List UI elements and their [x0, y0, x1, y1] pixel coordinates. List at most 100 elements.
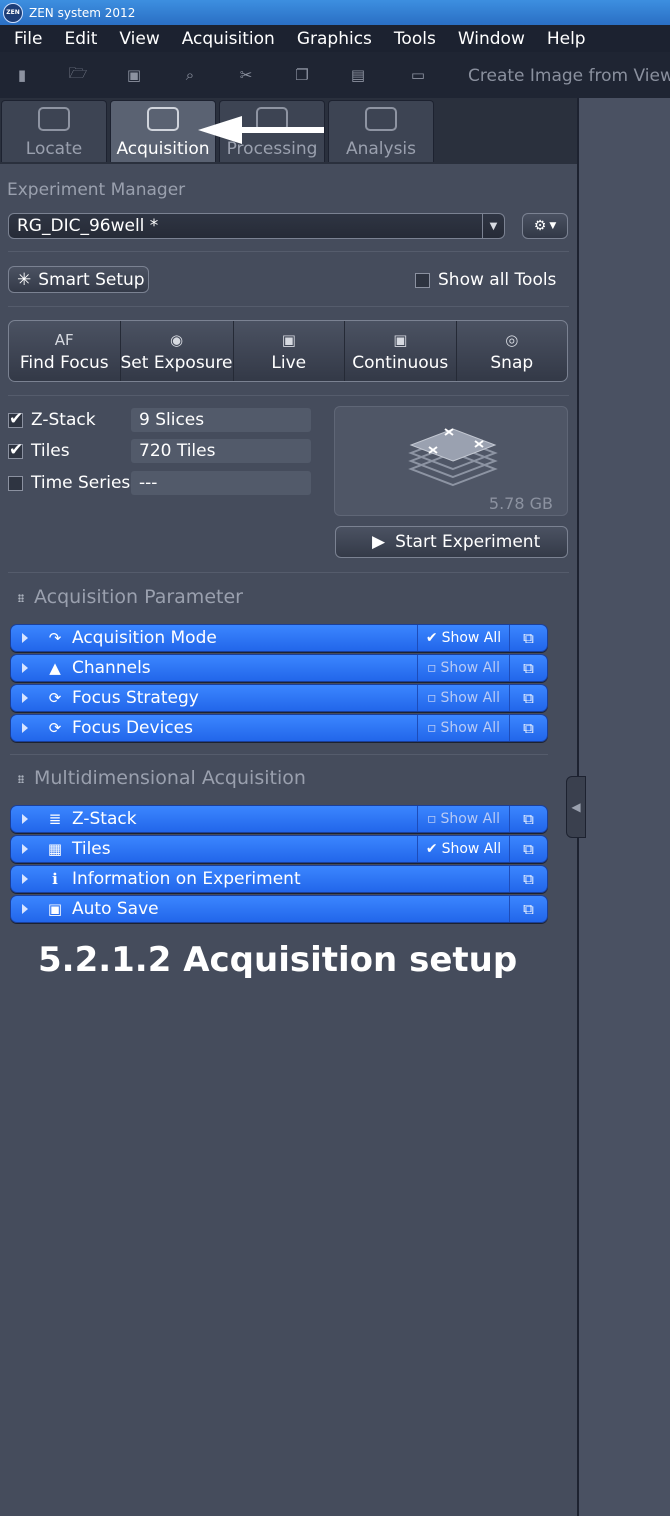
expand-triangle-icon: [22, 874, 28, 884]
multidimensional-acquisition-header[interactable]: Multidimensional Acquisition: [18, 767, 306, 789]
live-button[interactable]: ▣ Live: [234, 321, 346, 381]
popout-icon[interactable]: ⧉: [509, 896, 547, 922]
smart-setup-button[interactable]: ✳ Smart Setup: [8, 266, 149, 293]
chevron-down-icon[interactable]: ▼: [482, 214, 504, 238]
zen-logo: ZEN: [3, 2, 23, 23]
paste-icon[interactable]: ▤: [344, 61, 372, 89]
tool-z-stack[interactable]: ≣ Z-Stack ▫ Show All ⧉: [10, 805, 548, 833]
find-focus-label: Find Focus: [19, 353, 109, 373]
popout-icon[interactable]: ⧉: [509, 806, 547, 832]
expand-triangle-icon: [22, 633, 28, 643]
experiment-dropdown[interactable]: RG_DIC_96well * ▼: [8, 213, 505, 239]
create-image-from-view[interactable]: Create Image from View: [468, 66, 670, 86]
tab-locate[interactable]: Locate: [1, 100, 107, 162]
acquisition-parameter-title: Acquisition Parameter: [34, 586, 243, 608]
show-all-tools-toggle[interactable]: Show all Tools: [415, 270, 556, 290]
chevron-left-icon: ◀: [571, 800, 581, 814]
tiles-value: 720 Tiles: [131, 439, 311, 463]
show-all-label: Show All: [440, 690, 501, 706]
tool-label: Information on Experiment: [72, 869, 301, 889]
empty-checkbox-icon: ▫: [426, 811, 437, 827]
live-label: Live: [271, 353, 307, 373]
menu-edit[interactable]: Edit: [50, 29, 97, 49]
menu-acquisition[interactable]: Acquisition: [168, 29, 275, 49]
focus-devices-icon: ⟳: [48, 719, 62, 737]
show-all-label: Show All: [441, 841, 502, 857]
checkmark-icon: ✔: [425, 841, 438, 857]
find-focus-button[interactable]: AF Find Focus: [9, 321, 121, 381]
tool-auto-save[interactable]: ▣ Auto Save ⧉: [10, 895, 548, 923]
divider: [8, 251, 569, 252]
new-document-icon[interactable]: ▮: [8, 61, 36, 89]
popout-icon[interactable]: ⧉: [509, 866, 547, 892]
copy-icon[interactable]: ❐: [288, 61, 316, 89]
acquisition-parameter-header[interactable]: Acquisition Parameter: [18, 586, 243, 608]
dimension-z-stack[interactable]: Z-Stack: [8, 408, 131, 432]
menu-file[interactable]: File: [0, 29, 42, 49]
cut-icon[interactable]: ✂: [232, 61, 260, 89]
time-series-checkbox[interactable]: [8, 475, 23, 491]
print-preview-icon[interactable]: ⌕: [176, 61, 204, 89]
menu-help[interactable]: Help: [533, 29, 586, 49]
show-all-toggle[interactable]: ✔ Show All: [417, 836, 509, 862]
dimension-time-series[interactable]: Time Series: [8, 471, 131, 495]
chevron-down-icon: ▼: [549, 221, 557, 231]
menu-tools[interactable]: Tools: [380, 29, 436, 49]
menu-view[interactable]: View: [105, 29, 159, 49]
divider: [10, 754, 548, 755]
tab-analysis[interactable]: Analysis: [328, 100, 434, 162]
show-all-toggle[interactable]: ✔ Show All: [417, 625, 509, 651]
popout-icon[interactable]: ⧉: [509, 836, 547, 862]
empty-checkbox-icon: ▫: [426, 690, 437, 706]
open-folder-icon[interactable]: 🗁: [64, 61, 92, 89]
start-experiment-button[interactable]: ▶ Start Experiment: [335, 526, 568, 558]
tool-focus-strategy[interactable]: ⟳ Focus Strategy ▫ Show All ⧉: [10, 684, 548, 712]
tool-focus-devices[interactable]: ⟳ Focus Devices ▫ Show All ⧉: [10, 714, 548, 742]
z-stack-label: Z-Stack: [31, 410, 96, 430]
grip-icon: [18, 593, 24, 602]
tab-label: Locate: [25, 139, 83, 159]
dimension-tiles[interactable]: Tiles: [8, 439, 131, 463]
expand-triangle-icon: [22, 663, 28, 673]
z-stack-checkbox[interactable]: [8, 409, 23, 429]
show-all-toggle[interactable]: ▫ Show All: [417, 715, 509, 741]
acquisition-mode-icon: ↷: [48, 629, 62, 647]
menu-window[interactable]: Window: [444, 29, 525, 49]
show-all-tools-checkbox[interactable]: [415, 272, 430, 288]
data-size: 5.78 GB: [488, 494, 553, 513]
collapse-panel-handle[interactable]: ◀: [566, 776, 586, 838]
tool-channels[interactable]: ▲ Channels ▫ Show All ⧉: [10, 654, 548, 682]
tool-tiles[interactable]: ▦ Tiles ✔ Show All ⧉: [10, 835, 548, 863]
set-exposure-button[interactable]: ◉ Set Exposure: [121, 321, 234, 381]
expand-triangle-icon: [22, 844, 28, 854]
popout-icon[interactable]: ⧉: [509, 685, 547, 711]
continuous-button[interactable]: ▣ Continuous: [345, 321, 457, 381]
experiment-name: RG_DIC_96well *: [17, 216, 159, 236]
popout-icon[interactable]: ⧉: [509, 625, 547, 651]
show-all-label: Show All: [441, 630, 502, 646]
expand-triangle-icon: [22, 723, 28, 733]
time-series-value: ---: [131, 471, 311, 495]
popout-icon[interactable]: ⧉: [509, 655, 547, 681]
experiment-options-button[interactable]: ⚙ ▼: [522, 213, 568, 239]
show-all-toggle[interactable]: ▫ Show All: [417, 685, 509, 711]
snap-button[interactable]: ◎ Snap: [457, 321, 568, 381]
tool-label: Acquisition Mode: [72, 628, 217, 648]
checkmark-icon: ✔: [425, 630, 438, 646]
empty-checkbox-icon: ▫: [426, 720, 437, 736]
popout-icon[interactable]: ⧉: [509, 715, 547, 741]
tool-acquisition-mode[interactable]: ↷ Acquisition Mode ✔ Show All ⧉: [10, 624, 548, 652]
live-video-icon: ▣: [281, 331, 296, 349]
menu-graphics[interactable]: Graphics: [283, 29, 372, 49]
show-all-tools-label: Show all Tools: [438, 270, 557, 290]
focus-strategy-icon: ⟳: [48, 689, 62, 707]
tiles-checkbox[interactable]: [8, 440, 23, 460]
ruler-icon[interactable]: ▭: [404, 61, 432, 89]
show-all-toggle[interactable]: ▫ Show All: [417, 806, 509, 832]
tool-information-on-experiment[interactable]: ℹ Information on Experiment ⧉: [10, 865, 548, 893]
save-disk-icon: ▣: [47, 900, 63, 918]
tab-label: Analysis: [345, 139, 417, 159]
save-icon[interactable]: ▣: [120, 61, 148, 89]
document-caption: 5.2.1.2 Acquisition setup: [38, 940, 518, 980]
show-all-toggle[interactable]: ▫ Show All: [417, 655, 509, 681]
